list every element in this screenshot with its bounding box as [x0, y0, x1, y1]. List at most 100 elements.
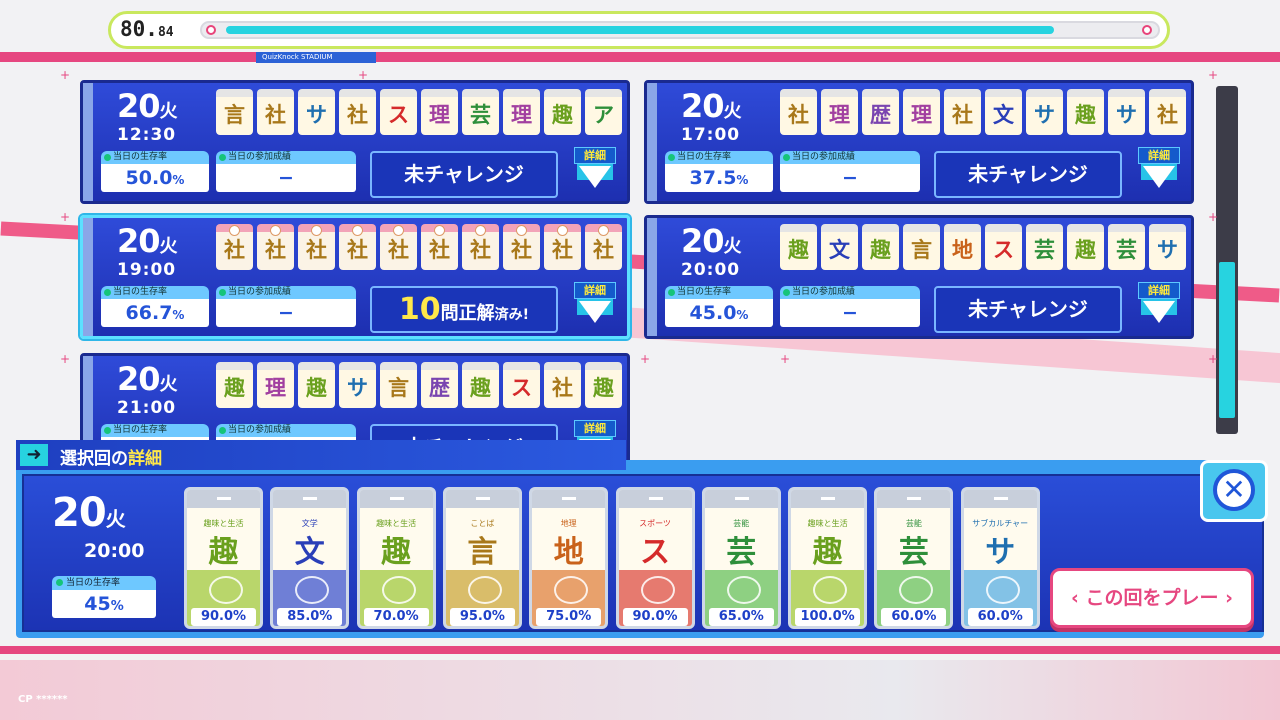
detail-button[interactable]: 詳細 [574, 147, 616, 197]
play-round-button[interactable]: ‹ この回をプレー › [1050, 568, 1254, 628]
challenge-button[interactable]: 未チャレンジ [934, 286, 1122, 333]
progress-start-icon [206, 25, 216, 35]
genre-tile: 趣 [1067, 224, 1104, 270]
question-result-area: 85.0% [273, 570, 347, 626]
challenge-button[interactable]: 未チャレンジ [934, 151, 1122, 198]
card-time: 17:00 [681, 125, 741, 145]
detail-button[interactable]: 詳細 [1138, 282, 1180, 332]
genre-tile-row: 社社社社社社社社社社 [216, 224, 622, 270]
question-card[interactable]: ことば 言 95.0% [442, 487, 522, 629]
card-cap [187, 490, 260, 508]
correct-rate: 90.0% [191, 608, 256, 626]
result-mark-icon [209, 576, 243, 604]
result-badge[interactable]: 10問正解済み! [370, 286, 558, 333]
genre-tile: 趣 [462, 362, 499, 408]
question-card[interactable]: 趣味と生活 趣 100.0% [788, 487, 868, 629]
question-card[interactable]: 文学 文 85.0% [270, 487, 350, 629]
genre-tile: 文 [985, 89, 1022, 135]
question-result-area: 100.0% [791, 570, 865, 626]
genre-tile: 歴 [862, 89, 899, 135]
result-mark-icon [295, 576, 330, 604]
correct-rate: 100.0% [795, 608, 861, 626]
card-edge [83, 83, 93, 201]
card-cap [704, 490, 778, 508]
result-value: − [780, 299, 920, 327]
card-cap [791, 490, 865, 508]
question-card[interactable]: 芸能 芸 60.0% [874, 487, 954, 629]
genre-tile: サ [1026, 89, 1063, 135]
header-band [0, 52, 1280, 62]
question-genre: 芸 [726, 535, 757, 570]
plus-mark-icon: + [358, 68, 369, 82]
card-edge [83, 218, 93, 336]
card-time: 12:30 [117, 125, 177, 145]
genre-tile: 社 [1149, 89, 1186, 135]
detail-label: 詳細 [574, 282, 616, 299]
result-label: 当日の参加成績 [780, 151, 920, 164]
plus-mark-icon: + [640, 352, 651, 366]
card-edge [647, 83, 657, 201]
genre-tile: 社 [380, 224, 417, 270]
challenge-button[interactable]: 未チャレンジ [370, 151, 558, 198]
down-arrow-icon [579, 166, 611, 188]
schedule-card[interactable]: 20火 12:30 言社サ社ス理芸理趣ア 当日の生存率 50.0% 当日の参加成… [80, 80, 630, 204]
card-cap [877, 490, 951, 508]
genre-tile: 文 [821, 224, 858, 270]
schedule-card[interactable]: 20火 19:00 社社社社社社社社社社 当日の生存率 66.7% 当日の参加成… [80, 215, 630, 339]
result-value: − [216, 164, 356, 192]
survival-value: 50.0% [101, 164, 209, 192]
card-cap [445, 490, 519, 508]
result-value: − [780, 164, 920, 192]
genre-tile: 趣 [216, 362, 253, 408]
scrollbar-thumb[interactable] [1219, 262, 1235, 418]
genre-tile: 社 [780, 89, 817, 135]
card-day: 20火 [117, 222, 178, 260]
question-card[interactable]: 趣味と生活 趣 90.0% [184, 487, 263, 629]
genre-tile: サ [1149, 224, 1186, 270]
correct-rate: 90.0% [622, 608, 688, 626]
panel-day: 20火 [52, 490, 126, 536]
down-arrow-icon [579, 301, 611, 323]
plus-mark-icon: + [1208, 352, 1219, 366]
close-button[interactable]: ✕ [1200, 460, 1268, 522]
correct-rate: 60.0% [967, 608, 1033, 626]
cp-indicator: CP ****** [18, 694, 68, 705]
genre-tile: 社 [298, 224, 335, 270]
panel-time: 20:00 [84, 540, 145, 562]
close-icon: ✕ [1213, 469, 1255, 511]
card-day: 20火 [117, 87, 178, 125]
correct-rate: 75.0% [536, 608, 602, 626]
question-genre: 文 [294, 535, 325, 570]
question-card[interactable]: 趣味と生活 趣 70.0% [356, 487, 436, 629]
card-cap [963, 490, 1037, 508]
detail-button[interactable]: 詳細 [574, 282, 616, 332]
card-cap [359, 490, 433, 508]
genre-tile: ア [585, 89, 622, 135]
question-card[interactable]: サブカルチャー サ 60.0% [960, 487, 1040, 629]
genre-tile: 言 [216, 89, 253, 135]
question-card[interactable]: 芸能 芸 65.0% [701, 487, 781, 629]
detail-button[interactable]: 詳細 [1138, 147, 1180, 197]
card-day: 20火 [681, 222, 742, 260]
genre-tile: 趣 [585, 362, 622, 408]
genre-tile: サ [339, 362, 376, 408]
schedule-card[interactable]: 20火 20:00 趣文趣言地ス芸趣芸サ 当日の生存率 45.0% 当日の参加成… [644, 215, 1194, 339]
survival-value: 45.0% [665, 299, 773, 327]
genre-tile: 歴 [421, 362, 458, 408]
genre-tile: 社 [462, 224, 499, 270]
question-result-area: 90.0% [187, 570, 260, 626]
panel-day-number: 20 [52, 490, 107, 536]
survival-label: 当日の生存率 [665, 151, 773, 164]
card-cap [273, 490, 347, 508]
question-genre: サ [985, 535, 1016, 570]
card-day: 20火 [117, 360, 178, 398]
result-mark-icon [640, 576, 675, 604]
question-card[interactable]: スポーツ ス 90.0% [615, 487, 695, 629]
question-card[interactable]: 地理 地 75.0% [529, 487, 609, 629]
scrollbar[interactable] [1216, 86, 1238, 434]
result-mark-icon [899, 576, 934, 604]
detail-label: 詳細 [1138, 147, 1180, 164]
genre-tile: 社 [257, 224, 294, 270]
footer [0, 660, 1280, 720]
schedule-card[interactable]: 20火 17:00 社理歴理社文サ趣サ社 当日の生存率 37.5% 当日の参加成… [644, 80, 1194, 204]
